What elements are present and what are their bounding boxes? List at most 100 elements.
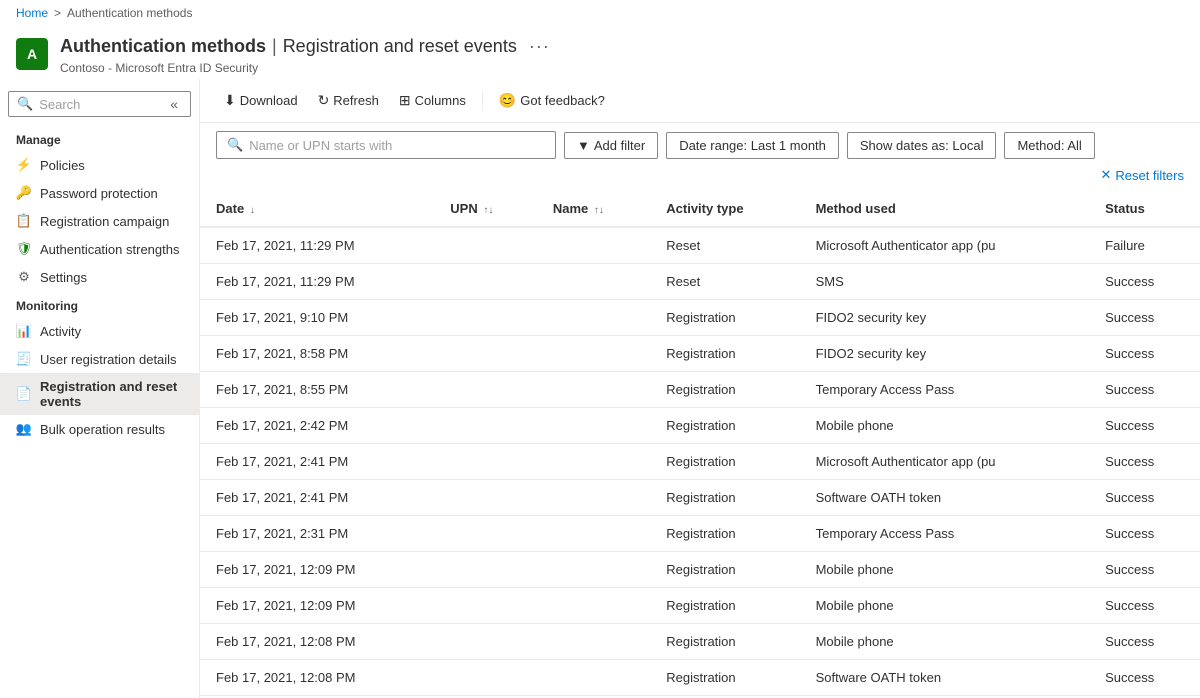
cell-status: Success [1089,408,1200,444]
table-row[interactable]: Feb 17, 2021, 2:31 PM Registration Tempo… [200,516,1200,552]
cell-upn [434,336,537,372]
cell-name [537,336,650,372]
cell-upn [434,227,537,264]
add-filter-button[interactable]: ▼ Add filter [564,132,658,159]
cell-method-used: Microsoft Authenticator app (pu [800,444,1090,480]
table-row[interactable]: Feb 17, 2021, 2:41 PM Registration Micro… [200,444,1200,480]
download-button[interactable]: ⬇ Download [216,87,306,114]
reset-icon: ✕ [1100,167,1111,183]
table-row[interactable]: Feb 17, 2021, 12:08 PM Registration Mobi… [200,624,1200,660]
header-divider: | [272,36,277,57]
filter-search-box[interactable]: 🔍 [216,131,556,159]
col-method-used[interactable]: Method used [800,191,1090,227]
cell-name [537,624,650,660]
col-status[interactable]: Status [1089,191,1200,227]
table-row[interactable]: Feb 17, 2021, 8:55 PM Registration Tempo… [200,372,1200,408]
cell-date: Feb 17, 2021, 9:10 PM [200,300,434,336]
table-row[interactable]: Feb 17, 2021, 8:58 PM Registration FIDO2… [200,336,1200,372]
sidebar-item-authentication-strengths[interactable]: 🛡 Authentication strengths [0,235,199,263]
sidebar-item-label: Settings [40,270,87,285]
sidebar-item-label: Registration and reset events [40,379,183,409]
show-dates-filter[interactable]: Show dates as: Local [847,132,997,159]
cell-date: Feb 17, 2021, 12:08 PM [200,660,434,696]
cell-activity-type: Registration [650,444,799,480]
cell-upn [434,624,537,660]
sidebar-item-label: Activity [40,324,81,339]
table-row[interactable]: Feb 17, 2021, 12:08 PM Registration Soft… [200,660,1200,696]
cell-activity-type: Registration [650,408,799,444]
cell-activity-type: Registration [650,624,799,660]
sidebar-item-policies[interactable]: ⚡ Policies [0,151,199,179]
sort-upn-icon: ↑↓ [483,205,493,216]
col-name[interactable]: Name ↑↓ [537,191,650,227]
cell-status: Success [1089,264,1200,300]
sidebar-item-label: Registration campaign [40,214,169,229]
method-filter[interactable]: Method: All [1004,132,1094,159]
cell-activity-type: Registration [650,480,799,516]
bulkop-icon: 👥 [16,421,32,437]
cell-name [537,300,650,336]
col-upn[interactable]: UPN ↑↓ [434,191,537,227]
sidebar-item-registration-and-reset-events[interactable]: 📄 Registration and reset events [0,373,199,415]
sidebar-item-activity[interactable]: 📊 Activity [0,317,199,345]
cell-upn [434,660,537,696]
filter-search-input[interactable] [249,138,545,153]
sidebar-item-password-protection[interactable]: 🔑 Password protection [0,179,199,207]
cell-method-used: FIDO2 security key [800,300,1090,336]
toolbar: ⬇ Download ↻ Refresh ⊞ Columns 😊 Got fee… [200,79,1200,123]
page-header: A Authentication methods | Registration … [0,26,1200,79]
sidebar: 🔍 « Manage ⚡ Policies 🔑 Password protect… [0,79,200,698]
activity-icon: 📊 [16,323,32,339]
cell-date: Feb 17, 2021, 8:55 PM [200,372,434,408]
toolbar-divider [482,91,483,111]
cell-name [537,372,650,408]
table-row[interactable]: Feb 17, 2021, 2:41 PM Registration Softw… [200,480,1200,516]
refresh-button[interactable]: ↻ Refresh [310,87,387,114]
col-date[interactable]: Date ↓ [200,191,434,227]
cell-upn [434,264,537,300]
cell-method-used: Mobile phone [800,552,1090,588]
sidebar-item-user-registration-details[interactable]: 🧾 User registration details [0,345,199,373]
cell-date: Feb 17, 2021, 12:09 PM [200,588,434,624]
cell-activity-type: Registration [650,588,799,624]
columns-button[interactable]: ⊞ Columns [391,87,474,114]
breadcrumb-home[interactable]: Home [16,6,48,20]
sidebar-item-bulk-operation-results[interactable]: 👥 Bulk operation results [0,415,199,443]
table-row[interactable]: Feb 17, 2021, 12:09 PM Registration Mobi… [200,552,1200,588]
table-row[interactable]: Feb 17, 2021, 12:09 PM Registration Mobi… [200,588,1200,624]
cell-method-used: Temporary Access Pass [800,372,1090,408]
sidebar-item-registration-campaign[interactable]: 📋 Registration campaign [0,207,199,235]
table-row[interactable]: Feb 17, 2021, 2:42 PM Registration Mobil… [200,408,1200,444]
table-row[interactable]: Feb 17, 2021, 9:10 PM Registration FIDO2… [200,300,1200,336]
table-row[interactable]: Feb 17, 2021, 11:29 PM Reset SMS Success [200,264,1200,300]
cell-method-used: Software OATH token [800,660,1090,696]
feedback-button[interactable]: 😊 Got feedback? [491,87,613,114]
breadcrumb-current: Authentication methods [67,6,192,20]
search-input[interactable] [39,97,160,112]
refresh-icon: ↻ [318,92,330,109]
sort-date-icon: ↓ [250,205,255,216]
cell-activity-type: Reset [650,227,799,264]
cell-status: Success [1089,372,1200,408]
ellipsis-menu-button[interactable]: ··· [523,32,556,61]
policies-icon: ⚡ [16,157,32,173]
table-row[interactable]: Feb 17, 2021, 11:29 PM Reset Microsoft A… [200,227,1200,264]
cell-status: Success [1089,336,1200,372]
cell-name [537,552,650,588]
cell-date: Feb 17, 2021, 11:29 PM [200,264,434,300]
sidebar-item-settings[interactable]: ⚙ Settings [0,263,199,291]
col-activity-type[interactable]: Activity type [650,191,799,227]
date-range-filter[interactable]: Date range: Last 1 month [666,132,839,159]
reset-filters-button[interactable]: ✕ Reset filters [1100,167,1184,183]
search-box[interactable]: 🔍 « [8,91,191,117]
cell-activity-type: Reset [650,264,799,300]
content-area: ⬇ Download ↻ Refresh ⊞ Columns 😊 Got fee… [200,79,1200,698]
cell-status: Success [1089,624,1200,660]
breadcrumb: Home > Authentication methods [0,0,1200,26]
cell-status: Failure [1089,227,1200,264]
sidebar-item-label: Password protection [40,186,158,201]
cell-status: Success [1089,516,1200,552]
collapse-button[interactable]: « [166,96,182,112]
filter-bar: 🔍 ▼ Add filter Date range: Last 1 month … [200,123,1200,191]
search-icon: 🔍 [17,96,33,112]
